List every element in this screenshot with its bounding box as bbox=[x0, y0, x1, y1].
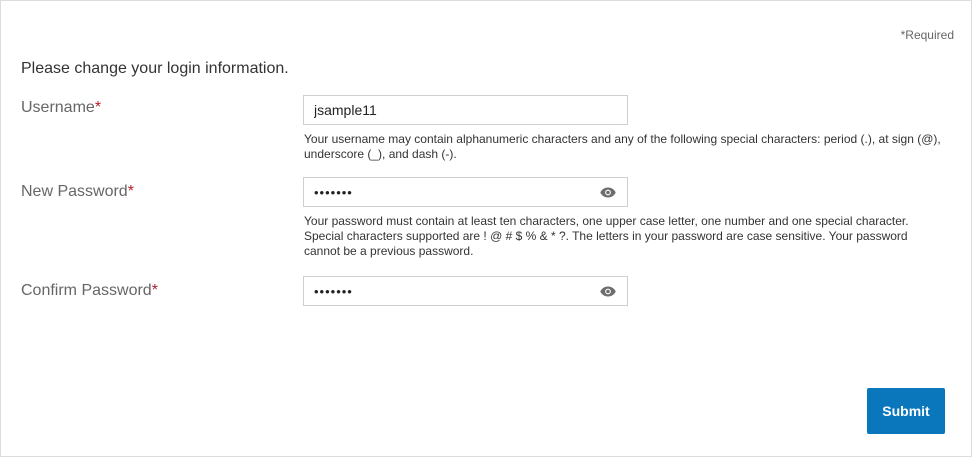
confirm-password-input[interactable] bbox=[314, 283, 599, 299]
confirm-password-label: Confirm Password* bbox=[21, 282, 158, 300]
new-password-help-text: Your password must contain at least ten … bbox=[304, 214, 909, 258]
confirm-password-required-mark: * bbox=[151, 282, 158, 299]
username-required-mark: * bbox=[94, 99, 102, 116]
new-password-label: New Password* bbox=[21, 183, 134, 201]
confirm-password-label-text: Confirm Password bbox=[21, 282, 152, 299]
username-label: Username* bbox=[21, 99, 101, 117]
new-password-input[interactable] bbox=[314, 184, 599, 200]
username-input[interactable] bbox=[314, 102, 617, 118]
confirm-password-field-wrapper bbox=[303, 276, 628, 306]
login-change-panel: *Required Please change your login infor… bbox=[0, 0, 972, 457]
new-password-field-wrapper bbox=[303, 177, 628, 207]
page-title: Please change your login information. bbox=[21, 60, 289, 77]
username-field-wrapper bbox=[303, 95, 628, 125]
username-label-text: Username bbox=[21, 99, 95, 116]
required-note: *Required bbox=[900, 28, 954, 42]
new-password-show-toggle[interactable] bbox=[599, 185, 617, 199]
eye-icon bbox=[600, 286, 616, 296]
eye-icon bbox=[600, 187, 616, 197]
new-password-label-text: New Password bbox=[21, 183, 128, 200]
new-password-required-mark: * bbox=[127, 183, 134, 200]
submit-button[interactable]: Submit bbox=[867, 388, 945, 434]
username-help-text: Your username may contain alphanumeric c… bbox=[304, 132, 941, 161]
confirm-password-show-toggle[interactable] bbox=[599, 284, 617, 298]
